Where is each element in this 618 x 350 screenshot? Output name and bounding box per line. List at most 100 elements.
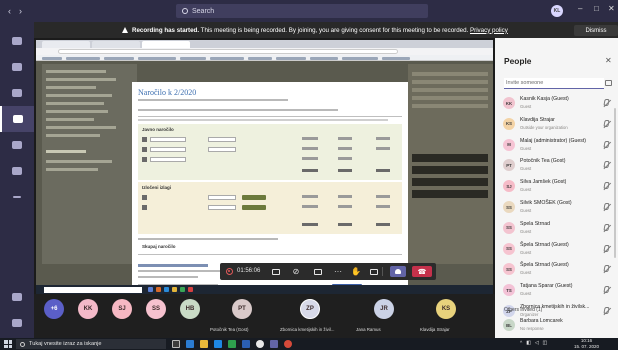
folder-app-icon[interactable] [200,340,208,348]
rail-calendar[interactable] [0,106,34,132]
mic-muted-icon [603,265,610,273]
row-input[interactable] [208,146,236,152]
row-checkbox[interactable] [142,146,147,152]
browser-tabs [36,40,493,48]
person-row[interactable]: SJ Silva Jamšek (Gost) Guest [501,177,615,198]
row-input[interactable] [150,136,186,142]
person-avatar: KS [503,117,515,130]
row-action-button[interactable] [242,194,266,200]
volume-icon[interactable]: ◁ [535,341,539,346]
person-row[interactable]: M Malaj (administrator) (Guest) Guest [501,136,615,157]
rail-chat[interactable] [0,54,34,80]
row-action-button[interactable] [242,204,266,210]
person-avatar: KK [503,97,515,109]
rail-more[interactable] [0,184,34,210]
section-title: Skupaj naročilo [142,244,176,249]
privacy-policy-link[interactable]: Privacy policy [470,27,508,34]
person-name: Malaj (administrator) (Guest) [520,137,587,144]
search-input[interactable]: Search [176,4,428,18]
share-invite-icon[interactable] [605,80,612,86]
sidebar-line [46,134,100,137]
row-input[interactable] [208,194,236,200]
person-name: Špela Strnad (Guest) [520,262,569,269]
language-icon[interactable]: ◫ [543,341,548,346]
rail-teams[interactable] [0,80,34,106]
participant-avatar[interactable]: SS [146,299,166,319]
row-input[interactable] [150,146,186,152]
browser-app-icon[interactable] [186,340,194,348]
row-checkbox[interactable] [142,136,147,142]
row-checkbox[interactable] [142,204,147,210]
total-value [376,169,390,172]
person-row[interactable]: KS Klavdija Strajar Outside your organizat… [501,115,615,136]
excel-app-icon[interactable] [228,340,236,348]
close-icon[interactable]: ✕ [608,4,615,13]
participant-avatar[interactable]: HB [180,299,200,319]
recording-bold: Recording has started. [132,26,200,34]
participant-avatar[interactable]: SJ [112,299,132,319]
overflow-avatar[interactable]: +6 [44,299,64,319]
participant-avatar[interactable]: JR [374,299,394,319]
invite-input[interactable]: Invite someone [504,78,604,89]
network-icon[interactable]: ◧ [526,341,531,346]
rail-calls[interactable] [0,132,34,158]
participant-avatar[interactable]: ZP [300,299,320,319]
person-row[interactable]: KK Kasnik Kasja (Guest) Guest [501,94,615,115]
forward-arrow-icon[interactable]: › [19,6,22,16]
start-button[interactable] [4,340,12,348]
person-row[interactable]: SS Silvik SMOŠEK (Gost) Guest [501,198,615,219]
dismiss-button[interactable]: Dismiss [574,25,618,36]
person-row[interactable]: SS Spela Strnad Guest [501,219,615,240]
person-role: Guest [520,104,532,109]
others-invited-header[interactable]: Others invited (1) [504,307,542,313]
rail-files[interactable] [0,158,34,184]
chat-button[interactable] [368,266,380,277]
divider [138,116,402,117]
participant-avatar[interactable]: KK [78,299,98,319]
person-row[interactable]: TS Tatjana Sparar (Guest) Guest [501,281,615,302]
rail-apps[interactable] [0,284,34,310]
order-total-row [142,222,398,228]
person-row[interactable]: PT Potočnik Tea (Gost) Guest [501,156,615,177]
clock[interactable]: 10:16 15. 07. 2020 [574,338,599,349]
row-checkbox[interactable] [142,194,147,200]
rail-activity[interactable] [0,28,34,54]
controls-divider [382,267,383,276]
profile-avatar[interactable]: KL [551,5,563,17]
back-arrow-icon[interactable]: ‹ [8,6,11,16]
participants-button[interactable] [390,266,406,277]
chrome-app-icon[interactable] [284,340,292,348]
invited-person-row[interactable]: BL Barbara Lomcarek No response [501,316,615,337]
camera-button[interactable] [270,266,282,277]
maximize-icon[interactable]: □ [594,4,599,13]
task-view-icon[interactable] [172,340,180,348]
mic-button[interactable]: ⊘ [290,266,302,277]
participant-avatar[interactable]: KS [436,299,456,319]
word-app-icon[interactable] [242,340,250,348]
browser-tab [142,41,190,48]
share-button[interactable] [312,266,324,277]
participant-avatar[interactable]: PT [232,299,252,319]
shared-app-icon [180,287,185,292]
row-input[interactable] [208,136,236,142]
row-input[interactable] [208,204,236,210]
person-role: Guest [520,291,532,297]
minimize-icon[interactable]: – [578,4,582,13]
row-value [302,195,318,198]
taskbar-search[interactable]: Tukaj vnesite izraz za iskanje [16,339,166,349]
edge-app-icon[interactable] [256,340,264,348]
raise-hand-button[interactable]: ✋ [350,266,362,277]
rail-help[interactable] [0,310,34,336]
person-row[interactable]: SS Špela Strnad (Guest) Guest [501,260,615,281]
close-panel-icon[interactable]: ✕ [605,56,612,65]
mail-app-icon[interactable] [214,340,222,348]
row-checkbox[interactable] [142,156,147,162]
footer-link[interactable] [138,264,208,267]
tray-chevron-icon[interactable]: ^ [520,341,522,346]
row-input[interactable] [150,156,186,162]
hang-up-button[interactable]: ☎ [412,266,432,277]
more-actions-button[interactable]: ··· [332,266,344,277]
person-row[interactable]: SS Špela Strnad (Guest) Guest [501,240,615,261]
teams-app-icon[interactable] [270,340,278,348]
more-icon: ··· [334,267,342,276]
